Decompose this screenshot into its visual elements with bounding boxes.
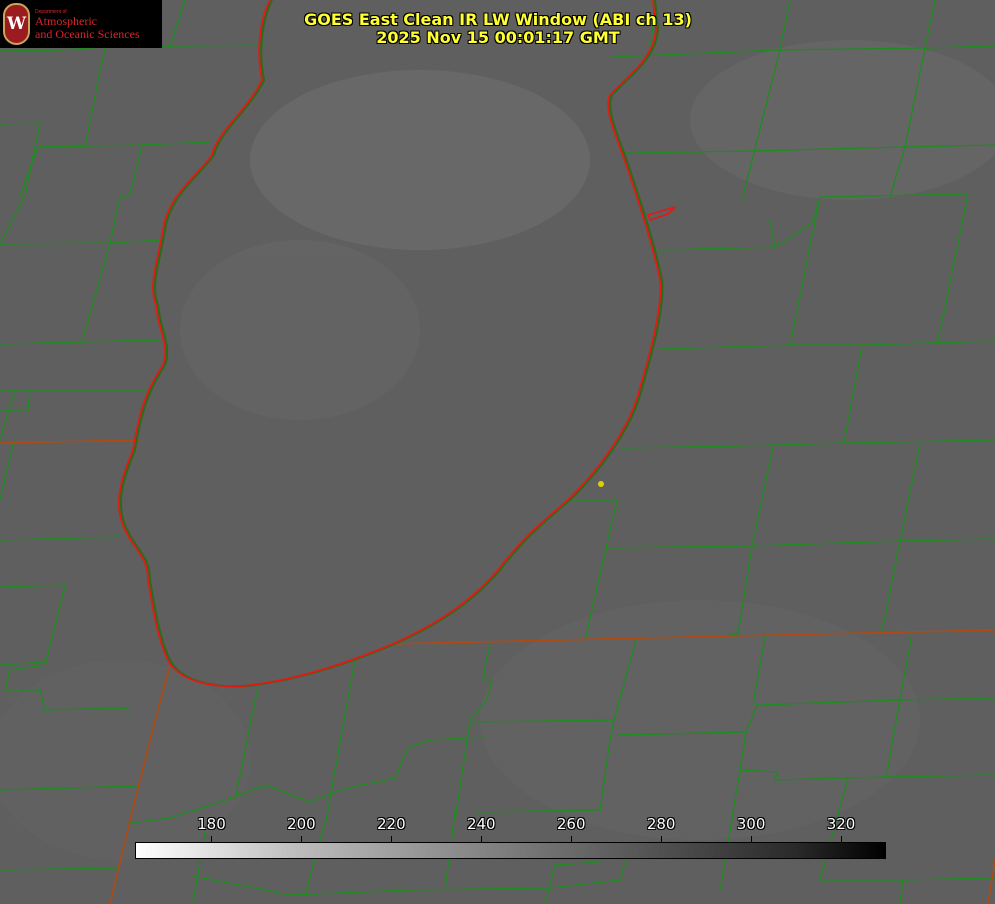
colorbar-tick-label: 280	[646, 815, 676, 833]
title-line-1: GOES East Clean IR LW Window (ABI ch 13)	[304, 10, 692, 29]
satellite-map[interactable]	[0, 0, 995, 904]
colorbar-tick-label: 320	[826, 815, 856, 833]
logo-line-2: and Oceanic Sciences	[35, 27, 140, 41]
colorbar-tick-label: 180	[197, 815, 226, 833]
colorbar-tick-label: 260	[556, 815, 586, 833]
colorbar-tick-label: 300	[736, 815, 766, 833]
uw-aos-logo[interactable]: W Department of Atmospheric and Oceanic …	[0, 0, 162, 48]
station-marker	[598, 481, 604, 487]
university-seal-icon: W	[3, 3, 30, 45]
image-title: GOES East Clean IR LW Window (ABI ch 13)…	[248, 11, 748, 47]
colorbar-tick-label: 220	[377, 815, 406, 833]
colorbar-tick-label: 240	[466, 815, 496, 833]
temperature-colorbar	[135, 842, 886, 859]
colorbar-tick-label: 200	[287, 815, 316, 833]
title-line-2: 2025 Nov 15 00:01:17 GMT	[376, 28, 620, 47]
